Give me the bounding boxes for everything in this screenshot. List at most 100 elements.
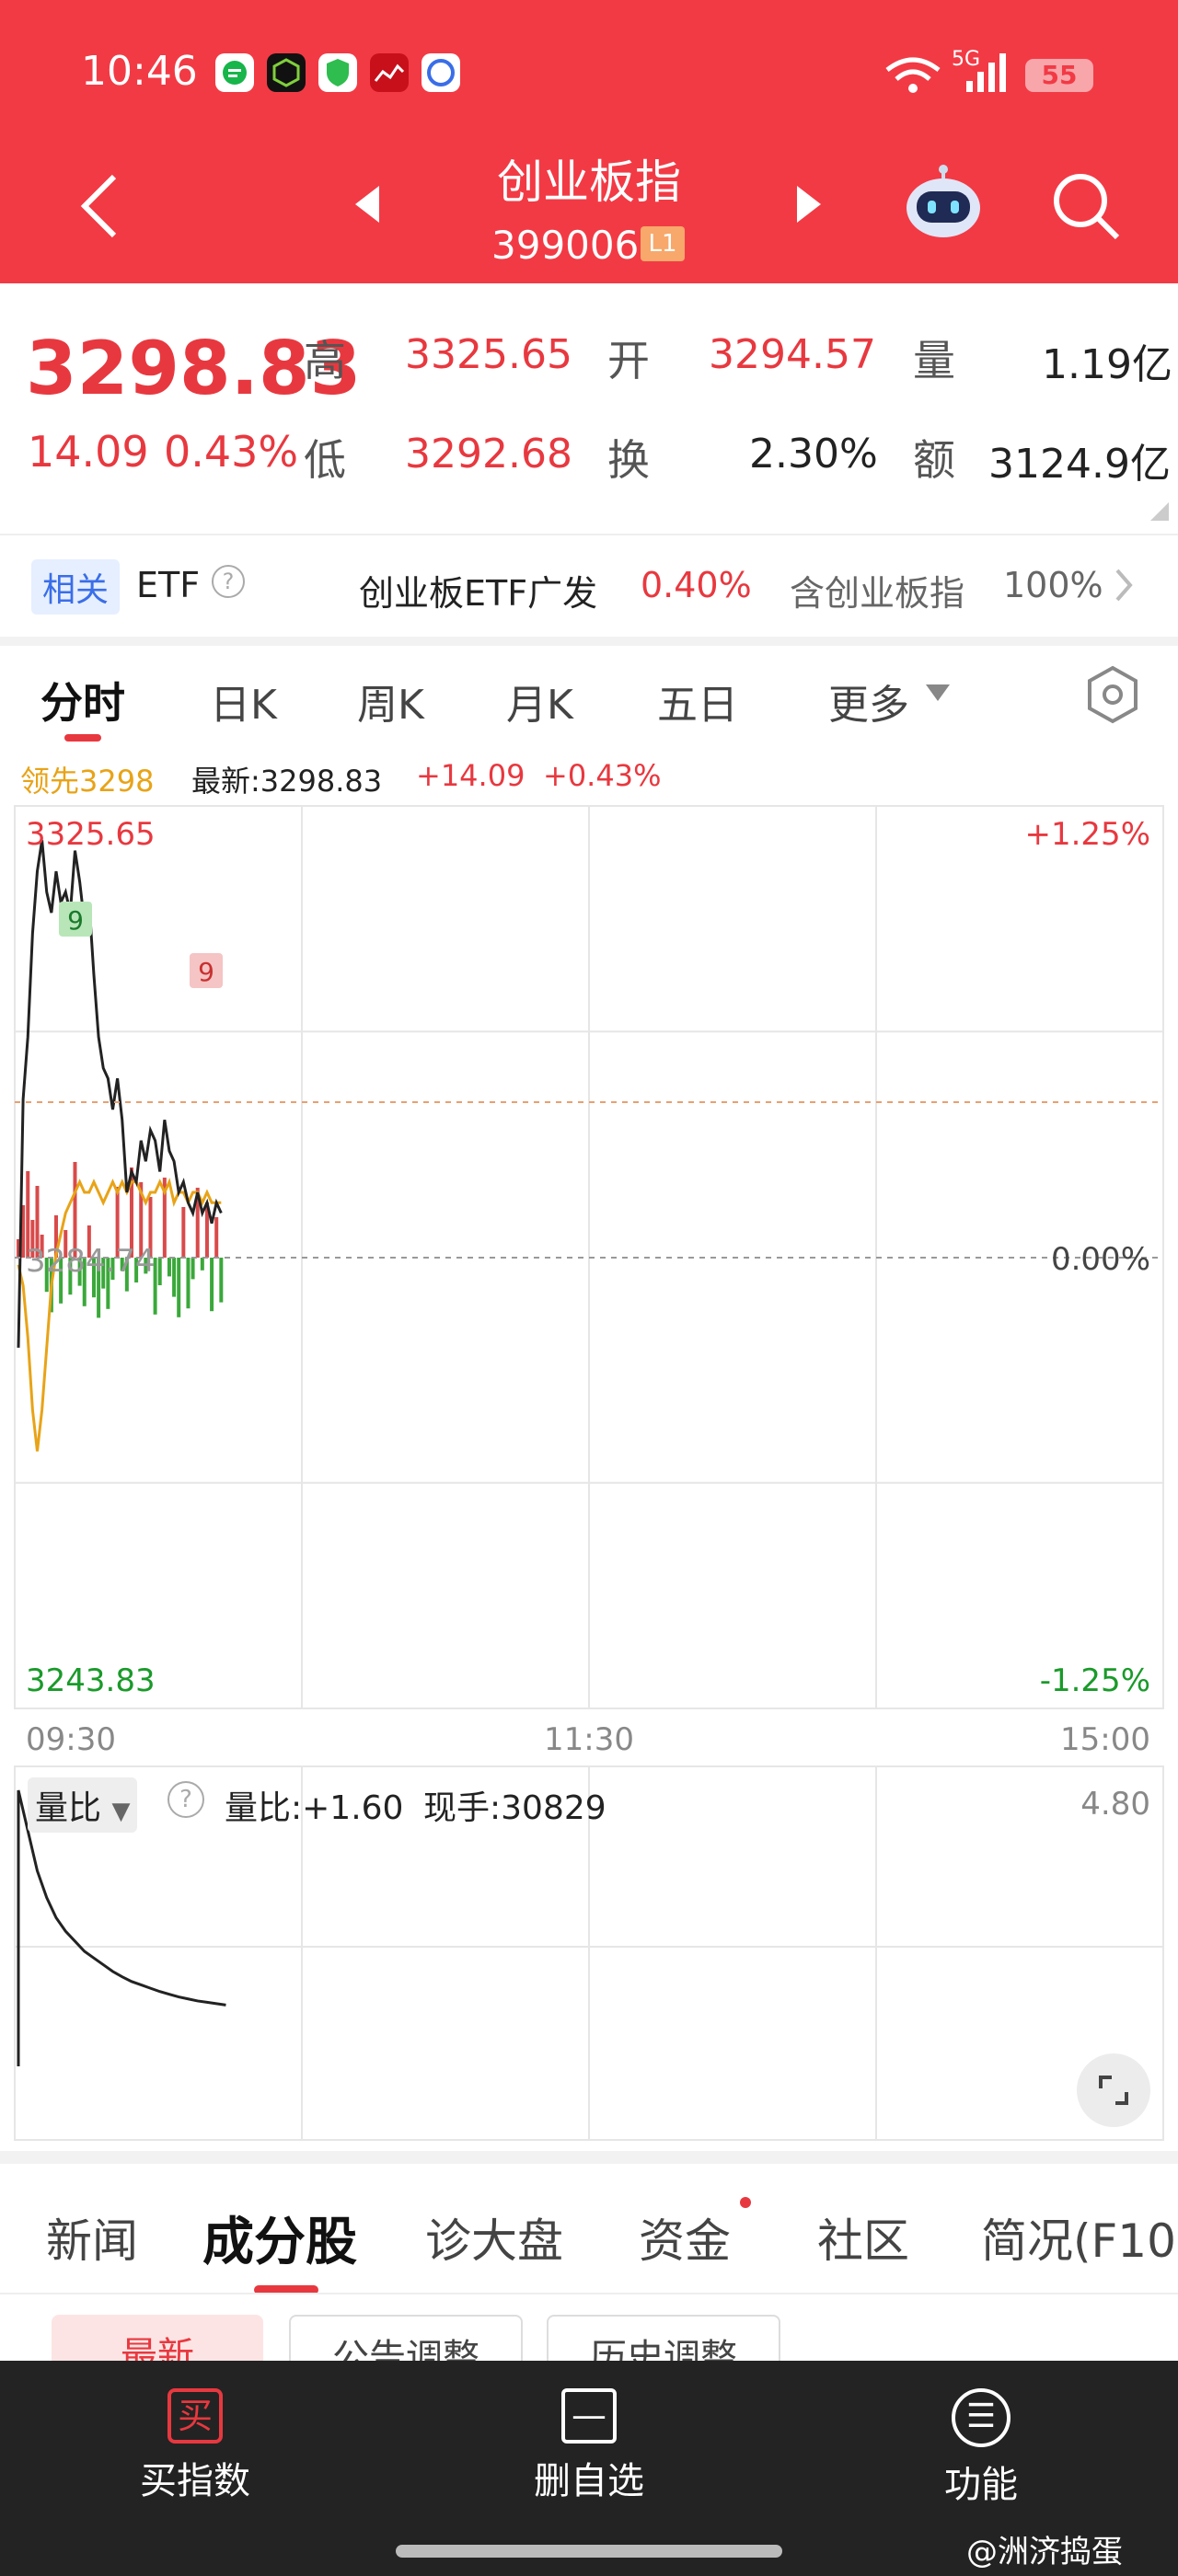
- price-change: 14.09: [28, 427, 149, 477]
- svg-text:9: 9: [67, 905, 84, 936]
- lead-indicator-label: 领先3298: [20, 764, 155, 799]
- td-marker-green: 9: [59, 902, 92, 937]
- expand-corner-icon[interactable]: [1149, 500, 1171, 523]
- notification-dot: [740, 2197, 751, 2208]
- volume-ratio-max: 4.80: [1080, 1786, 1150, 1823]
- chart-change: +14.09: [416, 758, 525, 793]
- chart-period-tabs: 分时 日K 周K 月K 五日 更多: [0, 646, 1178, 747]
- tab-daily-k[interactable]: 日K: [210, 672, 277, 730]
- volume-bar: [181, 1207, 186, 1258]
- axis-top-price: 3325.65: [26, 816, 156, 853]
- open-label: 开: [607, 336, 650, 385]
- current-hand-text: 现手:30829: [423, 1789, 606, 1827]
- axis-top-pct: +1.25%: [1025, 816, 1151, 853]
- volume-bar: [191, 1258, 195, 1280]
- tab-funds[interactable]: 资金: [639, 2204, 731, 2271]
- chat-app-icon: [215, 53, 254, 92]
- back-icon[interactable]: [77, 171, 123, 241]
- turnover-value: 2.30%: [749, 431, 878, 477]
- high-label: 高: [304, 336, 346, 385]
- tab-five-day[interactable]: 五日: [657, 672, 738, 730]
- tab-news[interactable]: 新闻: [46, 2204, 138, 2271]
- remove-watchlist-label: 删自选: [534, 2460, 644, 2502]
- tab-market-diagnosis[interactable]: 诊大盘: [425, 2204, 563, 2271]
- tab-components[interactable]: 成分股: [202, 2201, 357, 2275]
- time-label-open: 09:30: [26, 1721, 116, 1758]
- wifi-icon: [885, 57, 941, 93]
- sub-indicator-name: 量比: [35, 1789, 102, 1827]
- remove-icon: —: [561, 2388, 617, 2444]
- buy-index-button[interactable]: 买 买指数: [103, 2388, 287, 2504]
- tab-more[interactable]: 更多: [828, 672, 909, 730]
- volume-bar: [186, 1258, 191, 1309]
- divider: [0, 2293, 1178, 2294]
- robot-assistant-icon[interactable]: [902, 164, 985, 241]
- chevron-right-icon: [1115, 569, 1133, 602]
- tab-profile[interactable]: 简况(F10: [981, 2204, 1178, 2271]
- etf-label: ETF: [136, 565, 201, 605]
- fullscreen-button[interactable]: [1077, 2053, 1150, 2127]
- etf-holding-pct: 100%: [1003, 565, 1103, 605]
- open-value: 3294.57: [709, 331, 876, 378]
- cube-app-icon: [267, 53, 306, 92]
- buy-index-label: 买指数: [140, 2460, 250, 2502]
- buy-icon: 买: [167, 2388, 223, 2444]
- functions-label: 功能: [944, 2464, 1018, 2506]
- volume-bar: [172, 1258, 177, 1297]
- shield-app-icon: [318, 53, 357, 92]
- signal-icon: [966, 53, 1006, 92]
- tab-community[interactable]: 社区: [817, 2204, 909, 2271]
- stock-code: 399006: [491, 223, 640, 268]
- chart-change-pct: +0.43%: [543, 758, 662, 793]
- axis-bottom-price: 3243.83: [26, 1662, 156, 1699]
- status-time: 10:46: [81, 48, 198, 95]
- watermark-text: @洲济捣蛋: [966, 2534, 1123, 2570]
- tab-monthly-k[interactable]: 月K: [506, 672, 573, 730]
- search-icon[interactable]: [1049, 169, 1123, 243]
- tab-intraday[interactable]: 分时: [40, 670, 125, 730]
- amount-value: 3124.9亿: [988, 441, 1171, 488]
- axis-mid-pct: 0.00%: [1051, 1241, 1150, 1278]
- settings-hexagon-icon[interactable]: [1082, 664, 1143, 725]
- lead-line: [17, 1178, 222, 1452]
- etf-change: 0.40%: [641, 565, 752, 605]
- level-badge: L1: [641, 226, 685, 261]
- prev-stock-icon[interactable]: [353, 184, 381, 224]
- help-icon[interactable]: ?: [167, 1781, 204, 1818]
- amount-label: 额: [913, 435, 955, 485]
- volume-bar: [210, 1258, 214, 1312]
- volume-value: 1.19亿: [1042, 341, 1172, 388]
- sub-indicator-selector[interactable]: 量比 ▼: [28, 1777, 138, 1833]
- remove-watchlist-button[interactable]: — 删自选: [497, 2388, 681, 2504]
- dropdown-arrow-icon: [926, 684, 950, 701]
- news-app-icon: [370, 53, 409, 92]
- etf-name: 创业板ETF广发: [359, 573, 598, 614]
- active-tab-indicator: [64, 734, 101, 742]
- home-indicator[interactable]: [396, 2545, 782, 2558]
- price-change-pct: 0.43%: [164, 427, 299, 477]
- battery-indicator: 55: [1025, 59, 1093, 92]
- help-icon[interactable]: ?: [212, 565, 245, 598]
- content-tabs: 新闻 成分股 诊大盘 资金 社区 简况(F10 最新 公告调整 历史调整: [0, 2164, 1178, 2379]
- low-value: 3292.68: [405, 431, 572, 477]
- axis-bottom-pct: -1.25%: [1040, 1662, 1150, 1699]
- status-bar: 10:46 5G 55: [0, 0, 1178, 138]
- svg-text:9: 9: [198, 957, 214, 987]
- exchange-app-icon: [422, 53, 460, 92]
- high-value: 3325.65: [405, 331, 572, 378]
- related-etf-row[interactable]: 相关 ETF ? 创业板ETF广发 0.40% 含创业板指 100%: [0, 534, 1178, 637]
- volume-bar: [157, 1258, 162, 1285]
- low-label: 低: [304, 435, 346, 485]
- turnover-label: 换: [607, 435, 650, 485]
- volume-ratio-text: 量比:+1.60: [225, 1789, 404, 1827]
- menu-icon: ☰: [952, 2388, 1011, 2447]
- tab-weekly-k[interactable]: 周K: [357, 672, 424, 730]
- quote-panel: 3298.83 14.09 0.43% 高 3325.65 开 3294.57 …: [0, 283, 1178, 534]
- dropdown-arrow-icon: ▼: [111, 1798, 131, 1825]
- next-stock-icon[interactable]: [795, 184, 823, 224]
- etf-holding-label: 含创业板指: [790, 573, 965, 614]
- functions-button[interactable]: ☰ 功能: [889, 2388, 1073, 2508]
- page-title: 创业板指: [497, 155, 681, 209]
- time-label-close: 15:00: [1060, 1721, 1150, 1758]
- price-chart[interactable]: 3325.65 3284.74 3243.83 +1.25% 0.00% -1.…: [0, 802, 1178, 1906]
